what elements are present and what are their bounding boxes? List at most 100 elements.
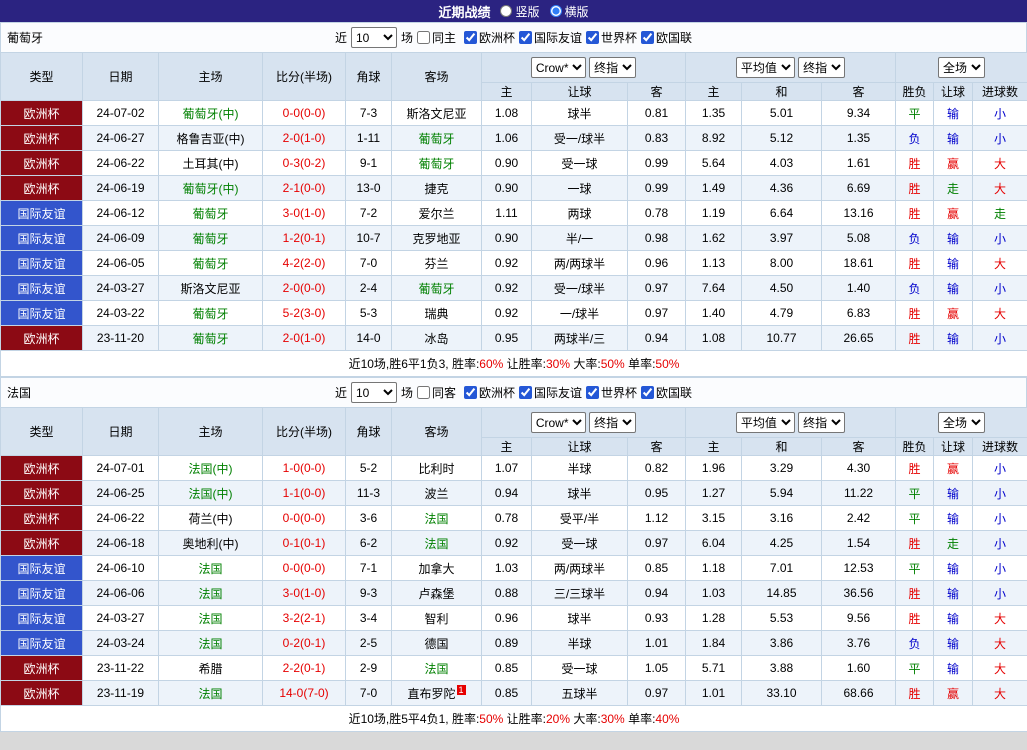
asia-handicap: 两/两球半 [532,251,628,276]
handicap-result: 输 [934,631,973,656]
competition-filter[interactable]: 欧国联 [641,384,692,401]
summary-part: 大率: [570,357,601,371]
handicap-result: 输 [934,581,973,606]
asia-home-odds: 0.94 [482,481,532,506]
competition-type: 国际友谊 [1,201,83,226]
win-draw-loss-result: 胜 [896,201,934,226]
corner-kicks: 7-1 [346,556,392,581]
goals-result: 小 [973,456,1027,481]
competition-checkbox[interactable] [586,31,599,44]
euro-draw-odds: 33.10 [742,681,822,706]
matches-table: 类型 日期 主场 比分(半场) 角球 客场 Crow* 终指 平均值 终指 [0,407,1027,732]
competition-checkbox[interactable] [641,386,654,399]
competition-checkbox[interactable] [464,386,477,399]
layout-option-vertical[interactable]: 竖版 [500,3,539,20]
sub-euro-home: 主 [686,83,742,101]
home-team: 奥地利(中) [159,531,263,556]
match-date: 24-03-22 [83,301,159,326]
col-header-away: 客场 [392,408,482,456]
average-value-select[interactable]: 平均值 [736,57,795,78]
corner-kicks: 2-9 [346,656,392,681]
final-index-select-euro[interactable]: 终指 [798,57,845,78]
score: 3-0(1-0) [263,201,346,226]
filter-bar: 葡萄牙 近 10 场 同主 欧洲杯国际友谊世界杯欧国联 [0,22,1027,52]
competition-checkbox[interactable] [519,31,532,44]
asia-handicap: 受一球 [532,656,628,681]
goals-result: 大 [973,151,1027,176]
competition-filter[interactable]: 欧洲杯 [464,384,515,401]
euro-away-odds: 6.69 [822,176,896,201]
summary-part: 让胜率: [503,712,546,726]
same-venue-checkbox[interactable] [417,31,430,44]
match-row: 国际友谊24-03-22葡萄牙5-2(3-0)5-3瑞典0.92一/球半0.97… [1,301,1027,326]
away-team: 葡萄牙 [392,126,482,151]
team-name: 法国 [7,384,31,401]
competition-filter[interactable]: 世界杯 [586,384,637,401]
win-draw-loss-result: 胜 [896,176,934,201]
competition-filter[interactable]: 欧国联 [641,29,692,46]
away-team: 葡萄牙 [392,276,482,301]
vertical-radio[interactable] [500,5,512,17]
competition-checkbox[interactable] [641,31,654,44]
asia-away-odds: 0.94 [628,326,686,351]
match-date: 24-06-10 [83,556,159,581]
full-match-select[interactable]: 全场 [938,412,985,433]
euro-away-odds: 3.76 [822,631,896,656]
layout-option-horizontal[interactable]: 横版 [550,3,589,20]
euro-home-odds: 5.71 [686,656,742,681]
handicap-result: 输 [934,656,973,681]
summary-part: 单率: [625,712,656,726]
competition-filter[interactable]: 国际友谊 [519,29,582,46]
competition-type: 国际友谊 [1,581,83,606]
away-team: 法国 [392,506,482,531]
asia-away-odds: 0.98 [628,226,686,251]
competition-filter[interactable]: 欧洲杯 [464,29,515,46]
final-index-select-euro[interactable]: 终指 [798,412,845,433]
filter-bar: 法国 近 10 场 同客 欧洲杯国际友谊世界杯欧国联 [0,377,1027,407]
competition-type: 国际友谊 [1,606,83,631]
final-index-select-asia[interactable]: 终指 [589,412,636,433]
same-venue-filter[interactable]: 同客 [417,384,456,401]
asia-home-odds: 0.92 [482,531,532,556]
goals-result: 小 [973,126,1027,151]
asia-away-odds: 0.99 [628,151,686,176]
competition-checkbox[interactable] [586,386,599,399]
competition-filter[interactable]: 国际友谊 [519,384,582,401]
asia-home-odds: 0.90 [482,176,532,201]
goals-result: 小 [973,276,1027,301]
match-date: 24-03-27 [83,276,159,301]
asia-home-odds: 0.85 [482,656,532,681]
win-draw-loss-result: 胜 [896,606,934,631]
full-match-select[interactable]: 全场 [938,57,985,78]
match-date: 24-06-05 [83,251,159,276]
average-value-select[interactable]: 平均值 [736,412,795,433]
vertical-radio-label: 竖版 [515,3,539,20]
games-count-select[interactable]: 10 [351,382,397,403]
col-header-corner: 角球 [346,408,392,456]
win-draw-loss-result: 平 [896,656,934,681]
sub-wdl: 胜负 [896,438,934,456]
win-draw-loss-result: 胜 [896,581,934,606]
score: 3-0(1-0) [263,581,346,606]
competition-checkbox[interactable] [464,31,477,44]
odds-provider-select[interactable]: Crow* [531,57,586,78]
euro-draw-odds: 7.01 [742,556,822,581]
competition-filter[interactable]: 世界杯 [586,29,637,46]
sub-asia-away: 客 [628,83,686,101]
goals-result: 大 [973,176,1027,201]
euro-home-odds: 1.13 [686,251,742,276]
horizontal-radio[interactable] [550,5,562,17]
handicap-result: 输 [934,326,973,351]
competition-checkbox[interactable] [519,386,532,399]
asia-away-odds: 0.81 [628,101,686,126]
final-index-select-asia[interactable]: 终指 [589,57,636,78]
games-count-select[interactable]: 10 [351,27,397,48]
odds-provider-select[interactable]: Crow* [531,412,586,433]
summary-part: 50% [479,712,503,726]
corner-kicks: 6-2 [346,531,392,556]
handicap-result: 走 [934,531,973,556]
asia-away-odds: 0.85 [628,556,686,581]
same-venue-checkbox[interactable] [417,386,430,399]
sub-goals-result: 进球数 [973,83,1027,101]
same-venue-filter[interactable]: 同主 [417,29,456,46]
